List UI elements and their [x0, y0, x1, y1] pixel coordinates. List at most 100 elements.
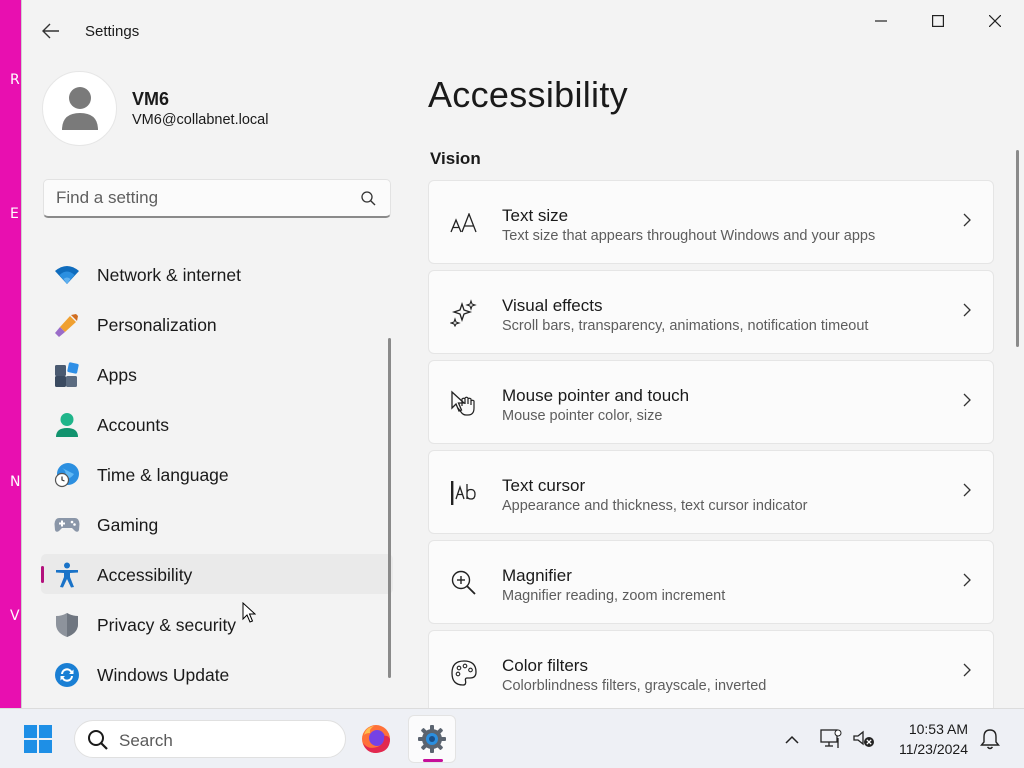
profile-email: VM6@collabnet.local: [132, 112, 269, 128]
shield-icon: [54, 612, 80, 638]
minimize-button[interactable]: [858, 6, 904, 36]
sidebar-item-accounts[interactable]: Accounts: [41, 404, 393, 444]
card-description: Text size that appears throughout Window…: [502, 228, 876, 244]
taskbar-settings[interactable]: [408, 715, 456, 763]
chevron-right-icon: [963, 303, 971, 317]
find-setting-box[interactable]: [43, 179, 391, 218]
card-description: Colorblindness filters, grayscale, inver…: [502, 678, 767, 694]
magnifier-icon: [449, 568, 479, 598]
apps-icon: [54, 362, 80, 388]
sidebar-item-label: Privacy & security: [97, 615, 237, 635]
settings-window: Settings VM6 VM6@collabnet.local Find a …: [21, 0, 1024, 708]
update-icon: [54, 662, 80, 688]
search-icon: [88, 730, 108, 750]
card-title: Text size: [502, 206, 569, 225]
speaker-muted-icon: [853, 730, 874, 747]
search-icon: [361, 191, 376, 206]
content-scrollbar[interactable]: [1016, 150, 1019, 347]
card-text-cursor[interactable]: Text cursor Appearance and thickness, te…: [428, 450, 994, 534]
text-size-icon: [449, 208, 479, 238]
bell-icon: [980, 729, 1000, 750]
back-button[interactable]: [36, 16, 66, 46]
chevron-right-icon: [963, 393, 971, 407]
show-hidden-icons-button[interactable]: [778, 725, 806, 753]
sidebar-item-windows-update[interactable]: Windows Update: [41, 654, 393, 694]
desktop-icon-label-fragment: E: [10, 206, 19, 222]
palette-icon: [449, 658, 479, 688]
sidebar-scrollbar[interactable]: [388, 338, 391, 678]
chevron-right-icon: [963, 663, 971, 677]
volume-tray-button[interactable]: [850, 725, 878, 753]
chevron-right-icon: [963, 213, 971, 227]
person-placeholder-icon: [61, 86, 98, 130]
sidebar-item-privacy-security[interactable]: Privacy & security: [41, 604, 393, 644]
wifi-icon: [54, 262, 80, 288]
sparkle-icon: [449, 298, 479, 328]
card-mouse-pointer-touch[interactable]: Mouse pointer and touch Mouse pointer co…: [428, 360, 994, 444]
sidebar-item-gaming[interactable]: Gaming: [41, 504, 393, 544]
pointer-hand-icon: [449, 388, 479, 418]
card-title: Visual effects: [502, 296, 603, 315]
clock[interactable]: 10:53 AM 11/23/2024: [884, 719, 968, 759]
selection-indicator: [41, 566, 44, 583]
minimize-icon: [875, 20, 887, 22]
sidebar-item-label: Accounts: [97, 415, 169, 435]
mouse-cursor-icon: [242, 602, 256, 623]
card-title: Mouse pointer and touch: [502, 386, 690, 405]
card-description: Scroll bars, transparency, animations, n…: [502, 318, 869, 334]
taskbar-search-label: Search: [119, 731, 173, 750]
sidebar-item-time-language[interactable]: Time & language: [41, 454, 393, 494]
clock-time: 10:53 AM: [908, 721, 968, 737]
gamepad-icon: [54, 512, 80, 538]
notifications-button[interactable]: [976, 725, 1004, 753]
close-button[interactable]: [972, 6, 1018, 36]
sidebar-item-label: Apps: [97, 365, 137, 385]
sidebar-item-accessibility[interactable]: Accessibility: [41, 554, 393, 594]
desktop-icon-label-fragment: N: [10, 474, 21, 490]
taskbar-search[interactable]: Search: [74, 720, 346, 758]
maximize-button[interactable]: [915, 6, 961, 36]
sidebar-item-label: Personalization: [97, 315, 217, 335]
avatar[interactable]: [42, 71, 117, 146]
sidebar-item-apps[interactable]: Apps: [41, 354, 393, 394]
card-color-filters[interactable]: Color filters Colorblindness filters, gr…: [428, 630, 994, 708]
close-icon: [989, 15, 1001, 27]
back-arrow-icon: [42, 23, 59, 39]
page-title: Accessibility: [428, 74, 628, 115]
sidebar-item-label: Windows Update: [97, 665, 230, 685]
chevron-up-icon: [785, 735, 799, 744]
app-title: Settings: [85, 23, 140, 40]
text-cursor-icon: [449, 478, 479, 508]
network-disconnected-icon: [820, 729, 842, 748]
taskbar-firefox[interactable]: [352, 715, 400, 763]
taskbar: Search 10:53 AM 11/23/2024: [0, 708, 1024, 768]
network-tray-button[interactable]: [817, 725, 845, 753]
card-visual-effects[interactable]: Visual effects Scroll bars, transparency…: [428, 270, 994, 354]
start-button[interactable]: [22, 723, 56, 757]
globe-clock-icon: [54, 462, 80, 488]
person-icon: [54, 412, 80, 438]
card-description: Mouse pointer color, size: [502, 408, 663, 424]
card-text-size[interactable]: Text size Text size that appears through…: [428, 180, 994, 264]
card-description: Appearance and thickness, text cursor in…: [502, 498, 808, 514]
desktop-icon-label-fragment: R: [10, 72, 20, 88]
card-title: Color filters: [502, 656, 588, 675]
sidebar-item-label: Accessibility: [97, 565, 193, 585]
sidebar-item-label: Network & internet: [97, 265, 241, 285]
firefox-icon: [362, 725, 390, 753]
sidebar-item-network[interactable]: Network & internet: [41, 254, 393, 294]
card-description: Magnifier reading, zoom increment: [502, 588, 726, 604]
card-magnifier[interactable]: Magnifier Magnifier reading, zoom increm…: [428, 540, 994, 624]
section-heading: Vision: [430, 149, 481, 168]
title-bar: Settings: [22, 0, 1024, 44]
brush-icon: [54, 312, 80, 338]
gear-icon: [418, 725, 446, 753]
sidebar-item-personalization[interactable]: Personalization: [41, 304, 393, 344]
desktop-icon-label-fragment: V: [10, 608, 20, 624]
chevron-right-icon: [963, 483, 971, 497]
card-title: Magnifier: [502, 566, 572, 585]
find-setting-input[interactable]: [56, 180, 346, 216]
clock-date: 11/23/2024: [898, 741, 968, 757]
running-indicator: [423, 759, 443, 762]
card-title: Text cursor: [502, 476, 586, 495]
